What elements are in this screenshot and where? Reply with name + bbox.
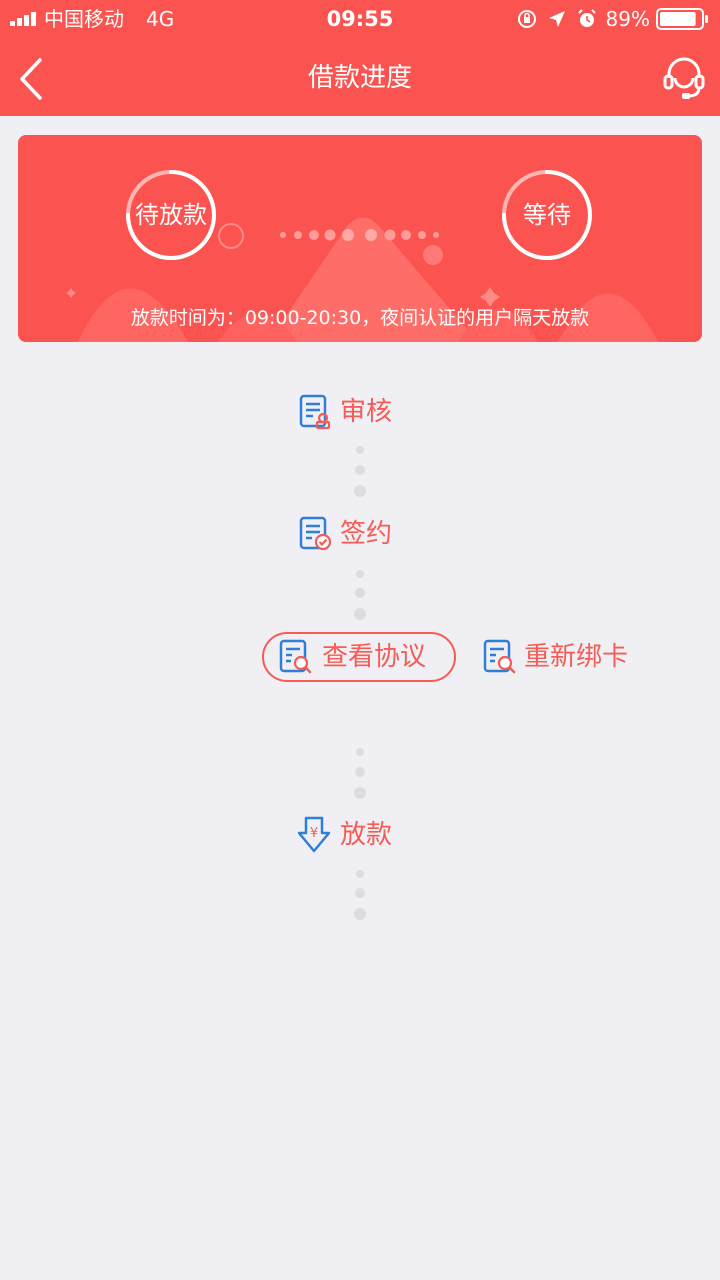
connector-dot xyxy=(356,446,364,454)
page-title: 借款进度 xyxy=(307,63,412,93)
alarm-icon xyxy=(577,9,596,27)
disbursement-time-note: 放款时间为：09:00-20:30，夜间认证的用户隔天放款 xyxy=(130,307,590,329)
connector-dot xyxy=(354,485,366,497)
loan-progress-page: 中国移动 4G 09:55 89% 借款进度 待放款 等待 放款时间为：09:0… xyxy=(0,0,720,1280)
battery-icon xyxy=(656,8,708,30)
header: 中国移动 4G 09:55 89% 借款进度 xyxy=(0,0,720,116)
connector-dot xyxy=(356,870,364,878)
customer-service-headset-icon[interactable] xyxy=(662,54,706,102)
current-status-label: 待放款 xyxy=(135,201,207,229)
step-sign: 签约 xyxy=(298,516,392,552)
step-review-label: 审核 xyxy=(340,397,393,427)
step-review: 审核 xyxy=(298,394,392,430)
status-right: 89% xyxy=(516,6,710,32)
status-bar: 中国移动 4G 09:55 89% xyxy=(0,0,720,38)
connector-dot xyxy=(356,570,364,578)
step-sign-label: 签约 xyxy=(340,519,393,549)
loan-status-banner: 待放款 等待 放款时间为：09:00-20:30，夜间认证的用户隔天放款 xyxy=(18,135,702,342)
disburse-yuan-arrow-icon: ¥ xyxy=(297,816,331,853)
connector-dot xyxy=(355,465,365,475)
connector-dot xyxy=(354,787,366,799)
connector-dot xyxy=(354,608,366,620)
review-document-icon xyxy=(299,394,331,430)
rebind-document-search-icon xyxy=(483,639,516,674)
connector-dots-2 xyxy=(354,570,366,622)
connector-dots-4 xyxy=(354,870,366,922)
battery-percent: 89% xyxy=(605,7,650,31)
connector-dot xyxy=(355,588,365,598)
connector-dots-1 xyxy=(354,446,366,498)
nav-bar: 借款进度 xyxy=(0,38,720,116)
next-status-label: 等待 xyxy=(523,201,571,229)
step-disburse-label: 放款 xyxy=(340,820,393,850)
svg-text:¥: ¥ xyxy=(310,826,318,841)
orientation-lock-icon xyxy=(517,10,536,28)
connector-dot xyxy=(356,748,364,756)
connector-dots-3 xyxy=(354,748,366,800)
rebind-card-button[interactable]: 重新绑卡 xyxy=(482,637,628,677)
connector-dot xyxy=(355,888,365,898)
step-disburse: ¥ 放款 xyxy=(296,815,392,855)
rebind-card-label: 重新绑卡 xyxy=(524,642,629,672)
view-agreement-label: 查看协议 xyxy=(322,642,427,672)
sign-document-icon xyxy=(299,516,332,551)
location-arrow-icon xyxy=(548,11,565,27)
connector-dot xyxy=(354,908,366,920)
view-agreement-button[interactable]: 查看协议 xyxy=(262,632,456,682)
connector-dot xyxy=(355,767,365,777)
view-document-search-icon xyxy=(279,639,312,674)
